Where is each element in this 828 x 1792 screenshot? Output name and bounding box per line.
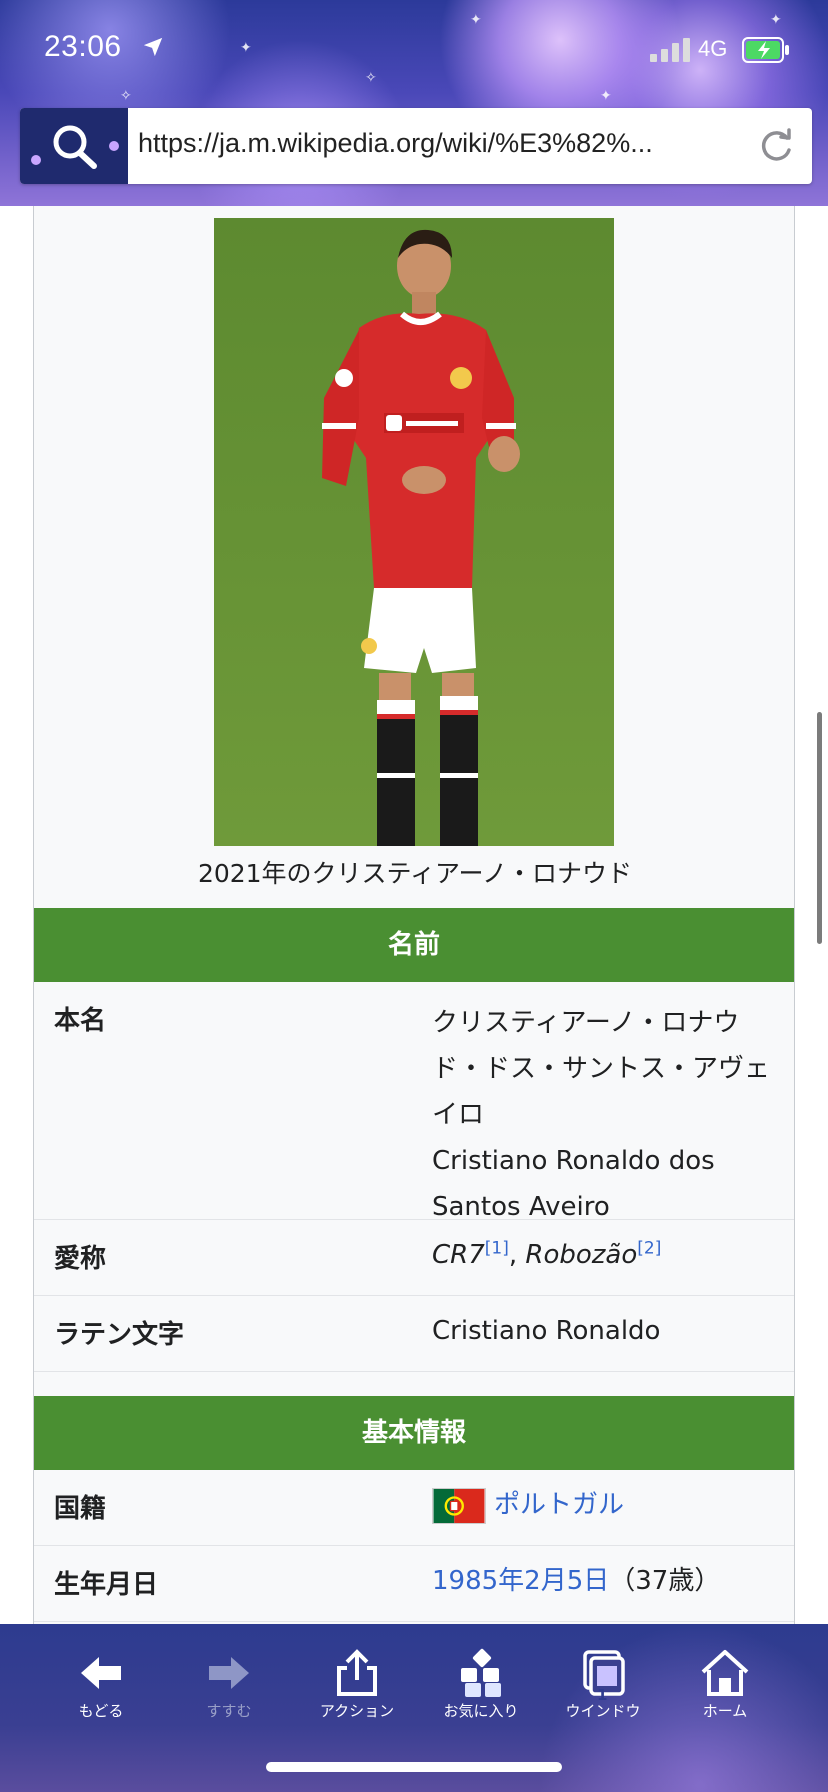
row-value: ポルトガル	[432, 1482, 772, 1528]
back-button[interactable]: もどる	[46, 1648, 156, 1721]
home-icon	[701, 1650, 749, 1696]
battery-charging-icon	[742, 37, 789, 63]
nickname-robozao: Robozão	[525, 1240, 638, 1270]
nickname-cr7: CR7	[432, 1240, 485, 1270]
real-name-latin: Cristiano Ronaldo dos Santos Aveiro	[432, 1146, 715, 1222]
status-bar: 23:06 4G	[0, 0, 828, 100]
infobox-row-birth-date: 生年月日 1985年2月5日（37歳）	[34, 1546, 794, 1622]
network-type: 4G	[698, 36, 728, 61]
infobox-row-latin: ラテン文字 Cristiano Ronaldo	[34, 1296, 794, 1372]
separator: ,	[508, 1240, 526, 1270]
image-caption: 2021年のクリスティアーノ・ロナウド	[197, 859, 633, 888]
row-value: CR7[1], Robozão[2]	[432, 1232, 772, 1278]
location-arrow-icon	[143, 37, 163, 57]
infobox-row-real-name: 本名 クリスティアーノ・ロナウド・ドス・サントス・アヴェイロ Cristiano…	[34, 982, 794, 1222]
reference-link[interactable]: [2]	[637, 1238, 661, 1258]
infobox-row-nickname: 愛称 CR7[1], Robozão[2]	[34, 1220, 794, 1296]
forward-label: すすむ	[206, 1702, 252, 1720]
page-content[interactable]: 2021年のクリスティアーノ・ロナウド 名前 本名 クリスティアーノ・ロナウド・…	[0, 206, 828, 1624]
player-photo[interactable]	[214, 218, 614, 846]
row-label: 愛称	[54, 1244, 107, 1274]
home-indicator[interactable]	[266, 1762, 562, 1772]
share-icon	[337, 1649, 377, 1696]
clock: 23:06	[44, 30, 122, 63]
windows-button[interactable]: 1 ウインドウ	[548, 1648, 658, 1721]
reload-icon[interactable]	[756, 126, 796, 166]
section-header-basic-info: 基本情報	[34, 1396, 794, 1470]
birth-date-link[interactable]: 1985年2月5日	[432, 1566, 609, 1596]
row-value: 1985年2月5日（37歳）	[432, 1558, 772, 1604]
back-arrow-icon	[81, 1657, 121, 1689]
row-label: ラテン文字	[54, 1320, 185, 1350]
section-header-name: 名前	[34, 908, 794, 982]
favorites-label: お気に入り	[443, 1702, 519, 1720]
row-label: 国籍	[54, 1494, 107, 1524]
home-label: ホーム	[702, 1702, 748, 1720]
cellular-signal-icon	[650, 38, 690, 62]
reference-link[interactable]: [1]	[485, 1238, 509, 1258]
scrollbar[interactable]	[817, 712, 822, 944]
row-value: クリスティアーノ・ロナウド・ドス・サントス・アヴェイロ Cristiano Ro…	[432, 1000, 772, 1230]
search-icon	[31, 125, 119, 169]
search-button[interactable]	[20, 108, 128, 184]
nationality-link[interactable]: ポルトガル	[494, 1490, 624, 1520]
forward-button[interactable]: すすむ	[174, 1648, 284, 1721]
address-bar[interactable]: https://ja.m.wikipedia.org/wiki/%E3%82%.…	[20, 108, 812, 184]
row-label: 生年月日	[54, 1570, 159, 1600]
infobox: 2021年のクリスティアーノ・ロナウド 名前 本名 クリスティアーノ・ロナウド・…	[33, 206, 795, 1624]
window-count: 1	[597, 1686, 608, 1704]
favorites-button[interactable]: お気に入り	[426, 1648, 536, 1721]
url-text[interactable]: https://ja.m.wikipedia.org/wiki/%E3%82%.…	[138, 128, 748, 159]
row-label: 本名	[54, 1006, 107, 1036]
forward-arrow-icon	[209, 1657, 249, 1689]
infobox-row-nationality: 国籍 ポルトガル	[34, 1470, 794, 1546]
real-name-japanese: クリスティアーノ・ロナウド・ドス・サントス・アヴェイロ	[432, 1008, 771, 1130]
favorites-icon	[461, 1648, 501, 1697]
home-button[interactable]: ホーム	[670, 1648, 780, 1721]
portugal-flag-icon	[432, 1487, 486, 1524]
action-button[interactable]: アクション	[302, 1648, 412, 1721]
age-text: （37歳）	[609, 1566, 721, 1596]
action-label: アクション	[319, 1702, 395, 1720]
back-label: もどる	[78, 1702, 124, 1720]
row-value: Cristiano Ronaldo	[432, 1316, 661, 1346]
